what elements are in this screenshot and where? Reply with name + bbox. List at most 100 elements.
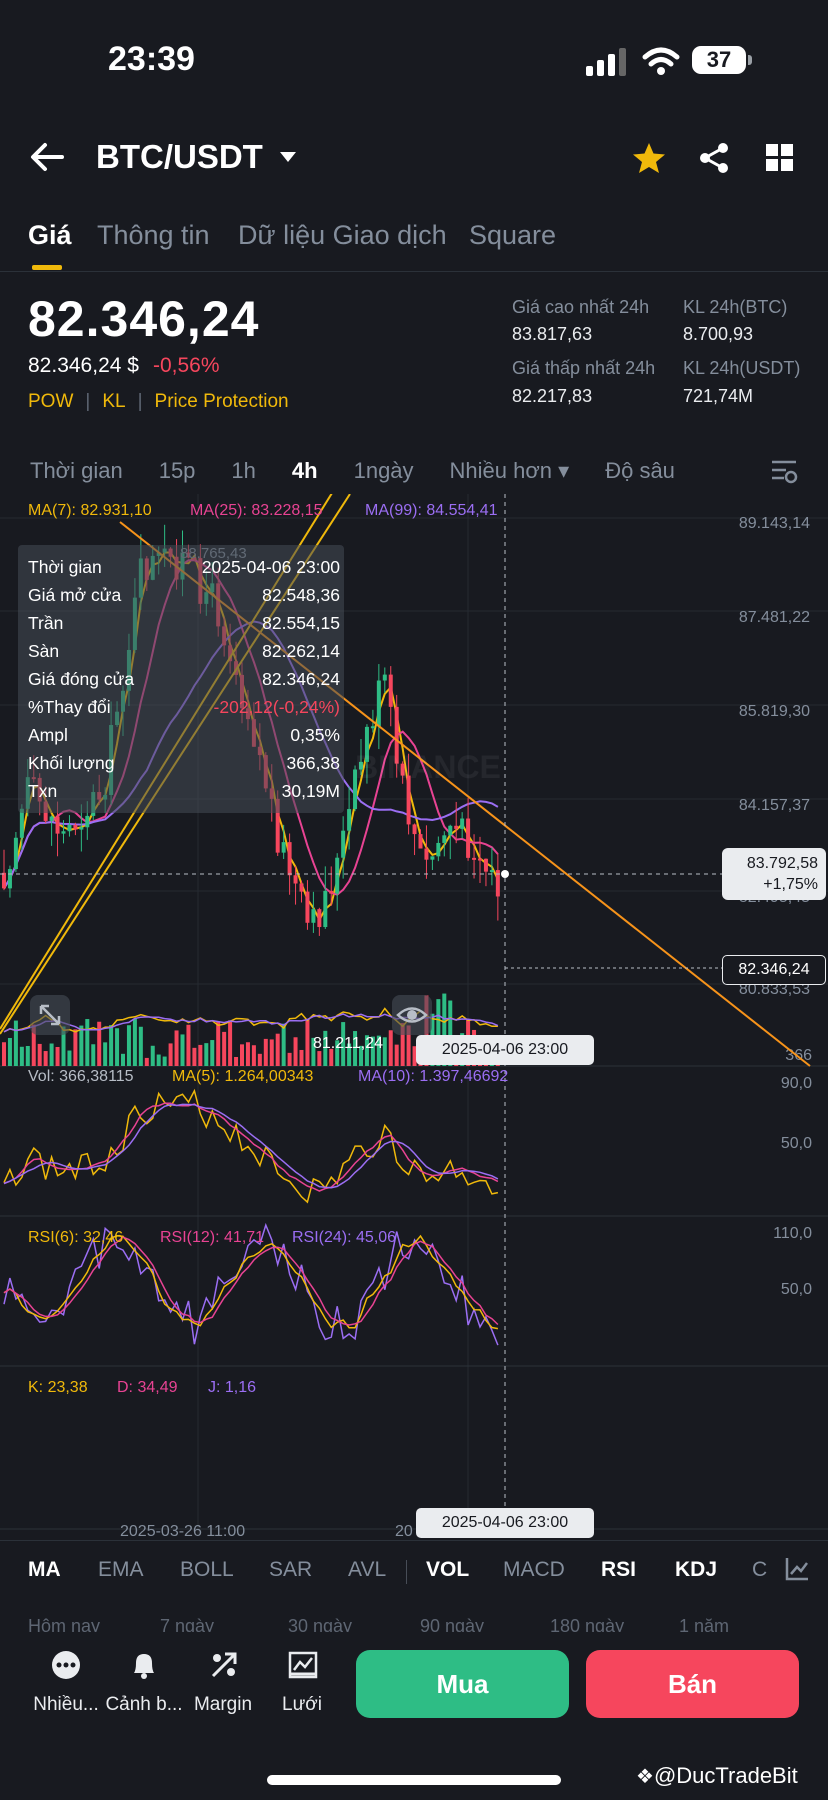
volume-bar xyxy=(156,1054,161,1066)
pair-title[interactable]: BTC/USDT xyxy=(96,138,263,176)
period-tabs: Hôm nay 7 ngày 30 ngày 90 ngày 180 ngày … xyxy=(0,1612,828,1632)
indicator-sar[interactable]: SAR xyxy=(269,1558,312,1582)
volume-bar xyxy=(121,1053,125,1066)
alert-button[interactable]: Cảnh b... xyxy=(104,1650,184,1722)
tab-trading-data[interactable]: Dữ liệu Giao dịch xyxy=(238,220,447,251)
price-axis-label: 84.157,37 xyxy=(739,797,810,814)
cursor-pct: +1,75% xyxy=(763,876,818,893)
candle-body xyxy=(305,891,310,923)
rsi24-legend: RSI(24): 45,06 xyxy=(292,1229,397,1246)
volume-bar xyxy=(305,1018,310,1066)
indicator-more[interactable]: C xyxy=(752,1558,767,1582)
period-today[interactable]: Hôm nay xyxy=(28,1616,100,1632)
volume-bar xyxy=(73,1029,78,1066)
tab-square[interactable]: Square xyxy=(469,220,556,251)
rsi6-line xyxy=(3,1088,499,1204)
buy-button[interactable]: Mua xyxy=(356,1650,569,1718)
home-indicator xyxy=(267,1775,561,1785)
tab-price[interactable]: Giá xyxy=(28,220,72,251)
indicator-axis-label: 110,0 xyxy=(773,1225,812,1242)
info-label: %Thay đổi xyxy=(28,697,111,717)
volume-bar xyxy=(25,1045,30,1066)
candle-body xyxy=(424,848,429,860)
volume-bar xyxy=(388,1030,393,1066)
indicator-kdj[interactable]: KDJ xyxy=(675,1558,717,1582)
indicator-settings-icon[interactable] xyxy=(784,1556,810,1582)
volume-bar xyxy=(240,1044,244,1066)
indicator-avl[interactable]: AVL xyxy=(348,1558,386,1582)
ma99-legend: MA(99): 84.554,41 xyxy=(365,502,498,519)
indicator-ema[interactable]: EMA xyxy=(98,1558,144,1582)
indicator-macd[interactable]: MACD xyxy=(503,1558,565,1582)
fullscreen-button[interactable] xyxy=(30,995,70,1035)
volume-bar xyxy=(19,1046,24,1066)
tab-info[interactable]: Thông tin xyxy=(97,220,210,251)
info-value: 82.262,14 xyxy=(262,641,340,661)
volume-bar xyxy=(138,1026,143,1066)
volume-bar xyxy=(43,1051,48,1066)
vol-btc-label: KL 24h(BTC) xyxy=(683,297,788,317)
info-label: Khối lượng xyxy=(28,753,115,773)
interval-4h[interactable]: 4h xyxy=(292,458,318,484)
low-value: 82.217,83 xyxy=(512,386,593,406)
cursor-price-label: 83.792,58 +1,75% xyxy=(722,848,826,900)
indicator-ma[interactable]: MA xyxy=(28,1558,61,1582)
star-icon[interactable] xyxy=(632,142,666,174)
indicator-axis-label: 50,0 xyxy=(781,1135,812,1152)
info-label: Sàn xyxy=(28,641,60,661)
interval-more[interactable]: Nhiều hơn ▾ xyxy=(450,458,570,484)
volume-bar xyxy=(132,1018,137,1066)
vol-btc-value: 8.700,93 xyxy=(683,324,754,344)
interval-1d[interactable]: 1ngày xyxy=(354,458,414,484)
grid-bot-button[interactable]: Lưới xyxy=(262,1650,342,1722)
more-label: Nhiều... xyxy=(33,1694,99,1715)
volume-bar xyxy=(234,1056,239,1066)
badge-kl[interactable]: KL xyxy=(102,391,125,413)
period-7d[interactable]: 7 ngày xyxy=(160,1616,214,1632)
badge-price-protection[interactable]: Price Protection xyxy=(155,391,289,413)
candle-body xyxy=(436,842,441,857)
interval-1h[interactable]: 1h xyxy=(231,458,255,484)
chart-bottom-divider xyxy=(0,1540,828,1541)
chart-settings-icon[interactable] xyxy=(770,458,798,484)
period-180d[interactable]: 180 ngày xyxy=(550,1616,624,1632)
volume-bar xyxy=(174,1030,179,1066)
interval-depth[interactable]: Độ sâu xyxy=(605,458,675,484)
info-value: 30,19M xyxy=(281,781,340,801)
high-label: Giá cao nhất 24h xyxy=(512,297,650,317)
interval-15m[interactable]: 15p xyxy=(159,458,196,484)
candle-body xyxy=(293,875,298,884)
battery-indicator: 37 xyxy=(692,46,752,74)
share-icon[interactable] xyxy=(698,142,730,174)
eye-icon xyxy=(396,1007,428,1023)
volume-bar xyxy=(97,1021,102,1066)
period-30d[interactable]: 30 ngày xyxy=(288,1616,352,1632)
candle-body xyxy=(376,680,381,727)
grid-menu-icon[interactable] xyxy=(766,144,794,172)
info-label: Ampl xyxy=(28,725,68,745)
indicator-rsi[interactable]: RSI xyxy=(601,1558,636,1582)
current-price-label: 82.346,24 xyxy=(722,955,826,985)
candle-body xyxy=(442,835,447,843)
rsi12-line xyxy=(3,1102,499,1192)
sell-button[interactable]: Bán xyxy=(586,1650,799,1718)
badge-pow[interactable]: POW xyxy=(28,391,73,413)
indicator-vol[interactable]: VOL xyxy=(426,1558,469,1582)
pair-dropdown-icon[interactable] xyxy=(279,151,297,163)
period-1y[interactable]: 1 năm xyxy=(679,1616,729,1632)
candle-body xyxy=(341,830,346,858)
back-arrow-icon[interactable] xyxy=(30,142,64,172)
usd-price: 82.346,24 $ xyxy=(28,354,139,377)
time-axis-label: 20 xyxy=(395,1523,413,1540)
visibility-toggle[interactable] xyxy=(392,995,432,1035)
volume-bar xyxy=(299,1049,304,1066)
signal-icon xyxy=(586,48,626,76)
kdj-j-legend: J: 1,16 xyxy=(208,1379,257,1396)
info-label: Trần xyxy=(28,613,64,633)
period-90d[interactable]: 90 ngày xyxy=(420,1616,484,1632)
more-button[interactable]: Nhiều... xyxy=(26,1650,106,1722)
interval-time[interactable]: Thời gian xyxy=(30,458,123,484)
volume-bar xyxy=(67,1050,72,1066)
margin-button[interactable]: Margin xyxy=(183,1650,263,1722)
indicator-boll[interactable]: BOLL xyxy=(180,1558,234,1582)
